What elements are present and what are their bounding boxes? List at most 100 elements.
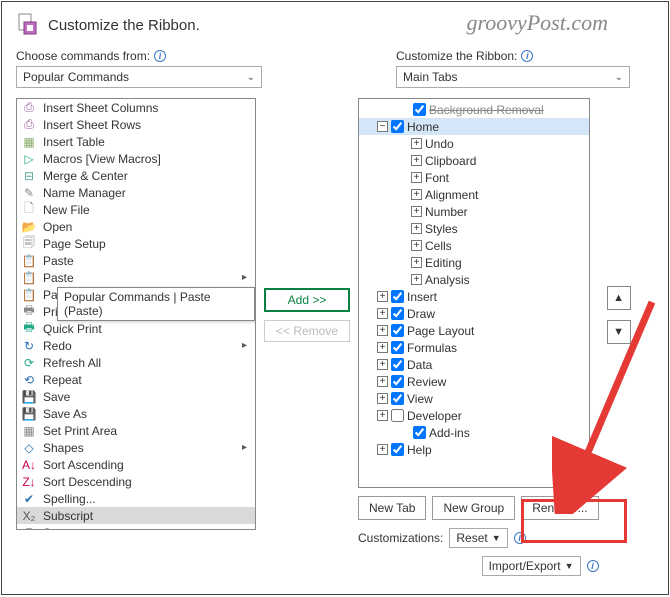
tree-label: Font [425,171,449,185]
tab-checkbox[interactable] [413,426,426,439]
expand-toggle[interactable]: + [411,189,422,200]
command-item[interactable]: ↻Redo▸ [17,337,255,354]
info-icon[interactable]: i [521,50,533,62]
command-item[interactable]: ▦Set Print Area [17,422,255,439]
add-button[interactable]: Add >> [264,288,350,312]
command-item[interactable]: 🖶Quick Print [17,320,255,337]
command-item[interactable]: ✔Spelling... [17,490,255,507]
command-icon: ⟲ [21,372,37,387]
command-item[interactable]: 💾Save As [17,405,255,422]
command-item[interactable]: ✎Name Manager [17,184,255,201]
expand-toggle[interactable]: + [377,325,388,336]
tree-label: Analysis [425,273,470,287]
tab-checkbox[interactable] [391,375,404,388]
tree-group[interactable]: +Cells [359,237,589,254]
command-label: Paste [43,254,74,268]
info-icon[interactable]: i [587,560,599,572]
command-item[interactable]: ⎙Insert Sheet Rows [17,116,255,133]
command-label: Open [43,220,72,234]
move-down-button[interactable]: ▼ [607,320,631,344]
tree-item[interactable]: +Developer [359,407,589,424]
expand-toggle[interactable]: + [411,138,422,149]
tree-item[interactable]: +Review [359,373,589,390]
expand-toggle[interactable]: + [377,393,388,404]
tree-group[interactable]: +Clipboard [359,152,589,169]
commands-listbox[interactable]: ⎙Insert Sheet Columns⎙Insert Sheet Rows▦… [16,98,256,530]
command-item[interactable]: X₂Subscript [17,507,255,524]
command-item[interactable]: ▷Macros [View Macros] [17,150,255,167]
new-tab-button[interactable]: New Tab [358,496,426,520]
expand-toggle[interactable]: + [377,342,388,353]
tab-checkbox[interactable] [413,103,426,116]
info-icon[interactable]: i [514,532,526,544]
tree-group[interactable]: +Number [359,203,589,220]
expand-toggle[interactable]: + [411,223,422,234]
command-item[interactable]: Z↓Sort Descending [17,473,255,490]
expand-toggle[interactable]: + [377,308,388,319]
command-item[interactable]: 📂Open [17,218,255,235]
info-icon[interactable]: i [154,50,166,62]
expand-toggle[interactable]: + [411,274,422,285]
tab-checkbox[interactable] [391,120,404,133]
expand-toggle[interactable]: + [377,410,388,421]
import-export-dropdown[interactable]: Import/Export ▼ [482,556,581,576]
command-item[interactable]: ⊟Merge & Center [17,167,255,184]
command-item[interactable]: 💾Save [17,388,255,405]
tree-item[interactable]: +Formulas [359,339,589,356]
expand-toggle[interactable]: + [411,206,422,217]
expand-toggle[interactable]: + [411,172,422,183]
expand-toggle[interactable]: + [377,291,388,302]
tree-item[interactable]: +Data [359,356,589,373]
command-label: Sort Ascending [43,458,124,472]
reset-dropdown[interactable]: Reset ▼ [449,528,507,548]
tab-checkbox[interactable] [391,358,404,371]
command-item[interactable]: 📋Paste [17,252,255,269]
tree-item[interactable]: Background Removal [359,101,589,118]
command-item[interactable]: ⟳Refresh All [17,354,255,371]
tab-checkbox[interactable] [391,392,404,405]
new-group-button[interactable]: New Group [432,496,515,520]
tree-group[interactable]: +Undo [359,135,589,152]
expand-toggle[interactable]: + [377,359,388,370]
tree-item[interactable]: +View [359,390,589,407]
command-item[interactable]: 📋Paste▸ [17,269,255,286]
expand-toggle[interactable]: + [377,376,388,387]
command-item[interactable]: 🗐Page Setup [17,235,255,252]
tab-checkbox[interactable] [391,324,404,337]
customize-ribbon-dropdown[interactable]: Main Tabs ⌄ [396,66,630,88]
command-item[interactable]: ◇Shapes▸ [17,439,255,456]
command-item[interactable]: 🗋New File [17,201,255,218]
tree-item[interactable]: +Insert [359,288,589,305]
ribbon-tree[interactable]: Background Removal−Home+Undo+Clipboard+F… [358,98,590,488]
rename-button[interactable]: Rename... [521,496,598,520]
tab-checkbox[interactable] [391,341,404,354]
tree-group[interactable]: +Editing [359,254,589,271]
tree-group[interactable]: +Alignment [359,186,589,203]
tree-item[interactable]: Add-ins [359,424,589,441]
tree-item-home[interactable]: −Home [359,118,589,135]
expand-toggle[interactable]: − [377,121,388,132]
command-item[interactable]: A↓Sort Ascending [17,456,255,473]
tab-checkbox[interactable] [391,443,404,456]
tree-group[interactable]: +Styles [359,220,589,237]
tree-group[interactable]: +Font [359,169,589,186]
tree-item[interactable]: +Help [359,441,589,458]
tree-group[interactable]: +Analysis [359,271,589,288]
expand-toggle[interactable]: + [411,240,422,251]
expand-toggle[interactable]: + [411,257,422,268]
tab-checkbox[interactable] [391,409,404,422]
command-icon: 💾 [21,389,37,404]
move-up-button[interactable]: ▲ [607,286,631,310]
tree-item[interactable]: +Page Layout [359,322,589,339]
expand-toggle[interactable]: + [377,444,388,455]
tab-checkbox[interactable] [391,307,404,320]
tree-item[interactable]: +Draw [359,305,589,322]
tab-checkbox[interactable] [391,290,404,303]
command-item[interactable]: ⎙Insert Sheet Columns [17,99,255,116]
command-item[interactable]: ΣSum [17,524,255,529]
command-item[interactable]: ▦Insert Table [17,133,255,150]
command-item[interactable]: ⟲Repeat [17,371,255,388]
command-label: New File [43,203,90,217]
choose-commands-dropdown[interactable]: Popular Commands ⌄ [16,66,262,88]
expand-toggle[interactable]: + [411,155,422,166]
